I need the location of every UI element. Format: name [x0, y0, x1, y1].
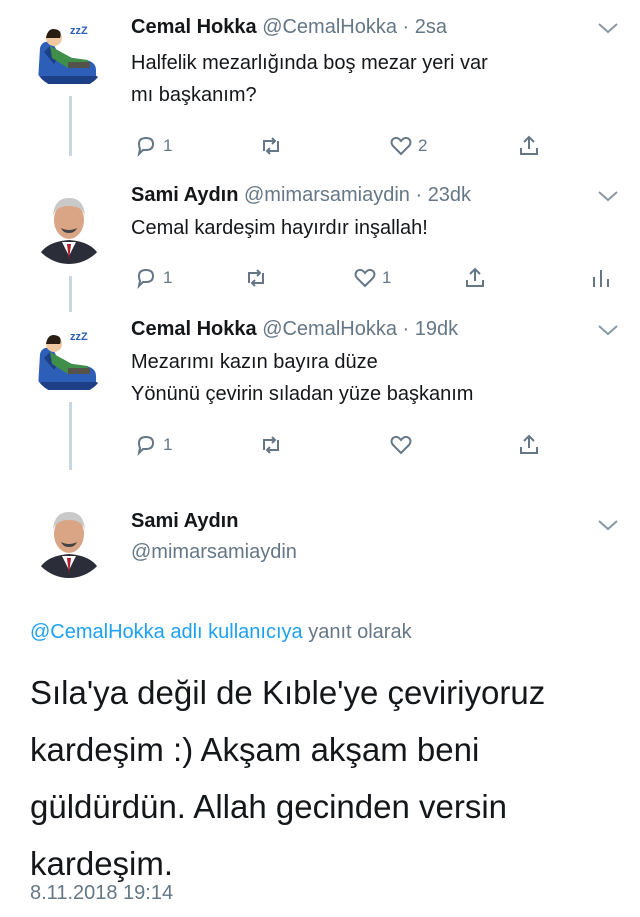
- main-tweet-text: Sıla'ya değil de Kıble'ye çeviriyoruz ka…: [30, 664, 620, 892]
- share-icon: [520, 434, 538, 454]
- action-bar: 1 1: [0, 263, 640, 293]
- retweet-icon: [263, 137, 279, 155]
- user-handle[interactable]: @CemalHokka: [262, 318, 397, 340]
- main-text-line: güldürdün. Allah gecinden versin: [30, 788, 508, 825]
- tweet-time[interactable]: 2sa: [415, 16, 447, 38]
- tweet-text-line: Cemal kardeşim hayırdır inşallah!: [131, 217, 428, 239]
- chevron-down-icon[interactable]: [597, 21, 619, 35]
- display-name[interactable]: Cemal Hokka: [131, 16, 257, 38]
- tweet-text: Cemal kardeşim hayırdır inşallah!: [131, 212, 428, 244]
- display-name[interactable]: Sami Aydın: [131, 184, 238, 206]
- separator-dot: ·: [415, 184, 423, 206]
- retweet-button[interactable]: [243, 263, 273, 293]
- reply-count: 1: [163, 268, 173, 287]
- reply-button[interactable]: 1: [133, 263, 172, 293]
- share-button[interactable]: [516, 131, 542, 161]
- main-text-line: Sıla'ya değil de Kıble'ye çeviriyoruz: [30, 674, 546, 711]
- chevron-down-icon[interactable]: [597, 518, 619, 532]
- separator-dot: ·: [402, 16, 410, 38]
- reply-to-link[interactable]: @CemalHokka adlı kullanıcıya: [30, 621, 303, 643]
- heart-icon: [390, 136, 412, 156]
- analytics-icon: [593, 270, 609, 287]
- tweet-text-line: Yönünü çevirin sıladan yüze başkanım: [131, 383, 474, 405]
- reply-icon: [137, 435, 155, 457]
- user-handle[interactable]: @mimarsamiaydin: [131, 541, 297, 564]
- retweet-button[interactable]: [258, 131, 288, 161]
- tweet-text: Halfelik mezarlığında boş mezar yeri var…: [131, 47, 488, 111]
- heart-icon: [354, 268, 376, 288]
- avatar[interactable]: [30, 500, 108, 578]
- sleeping-man-armchair-icon: zzZ: [30, 318, 108, 396]
- reply-count: 1: [163, 435, 173, 454]
- user-handle[interactable]: @CemalHokka: [262, 16, 397, 38]
- display-name[interactable]: Sami Aydın: [131, 510, 238, 533]
- tweet-text-line: mı başkanım?: [131, 84, 257, 106]
- reply-to-suffix: yanıt olarak: [302, 621, 412, 643]
- chevron-down-icon[interactable]: [597, 189, 619, 203]
- like-button[interactable]: 1: [352, 263, 391, 293]
- like-count: 2: [418, 136, 428, 155]
- user-handle[interactable]: @mimarsamiaydin: [244, 184, 410, 206]
- share-icon: [466, 267, 484, 287]
- tweet-time[interactable]: 19dk: [415, 318, 458, 340]
- avatar[interactable]: zzZ: [30, 12, 108, 90]
- like-button[interactable]: [388, 430, 418, 460]
- analytics-button[interactable]: [588, 263, 614, 293]
- retweet-icon: [263, 436, 279, 454]
- heart-icon: [390, 435, 412, 455]
- reply-icon: [137, 268, 155, 290]
- reply-count: 1: [163, 136, 173, 155]
- avatar[interactable]: [30, 186, 108, 264]
- man-portrait-icon: [30, 500, 108, 578]
- tweet-header: Sami Aydın @mimarsamiaydin · 23dk: [131, 184, 471, 207]
- share-button[interactable]: [516, 430, 542, 460]
- man-portrait-icon: [30, 186, 108, 264]
- retweet-button[interactable]: [258, 430, 288, 460]
- display-name[interactable]: Cemal Hokka: [131, 318, 257, 340]
- tweet-header: Cemal Hokka @CemalHokka · 2sa: [131, 16, 447, 39]
- action-bar: 1 2: [0, 131, 640, 161]
- main-text-line: kardeşim :) Akşam akşam beni: [30, 731, 480, 768]
- share-button[interactable]: [462, 263, 488, 293]
- timestamp[interactable]: 8.11.2018 19:14: [30, 882, 173, 905]
- tweet-time[interactable]: 23dk: [428, 184, 471, 206]
- avatar[interactable]: zzZ: [30, 318, 108, 396]
- tweet-text-line: Mezarımı kazın bayıra düze: [131, 351, 378, 373]
- action-bar: 1: [0, 430, 640, 460]
- share-icon: [520, 135, 538, 155]
- tweet-header: Cemal Hokka @CemalHokka · 19dk: [131, 318, 458, 341]
- reply-button[interactable]: 1: [133, 430, 172, 460]
- svg-text:zzZ: zzZ: [70, 331, 88, 343]
- sleeping-man-armchair-icon: zzZ: [30, 12, 108, 90]
- svg-text:zzZ: zzZ: [70, 25, 88, 37]
- separator-dot: ·: [402, 318, 410, 340]
- chevron-down-icon[interactable]: [597, 323, 619, 337]
- reply-icon: [137, 136, 155, 158]
- like-count: 1: [382, 268, 392, 287]
- replying-to: @CemalHokka adlı kullanıcıya yanıt olara…: [30, 621, 412, 644]
- tweet-text-line: Halfelik mezarlığında boş mezar yeri var: [131, 52, 488, 74]
- retweet-icon: [248, 269, 264, 287]
- reply-button[interactable]: 1: [133, 131, 172, 161]
- like-button[interactable]: 2: [388, 131, 427, 161]
- tweet-text: Mezarımı kazın bayıra düze Yönünü çeviri…: [131, 346, 473, 410]
